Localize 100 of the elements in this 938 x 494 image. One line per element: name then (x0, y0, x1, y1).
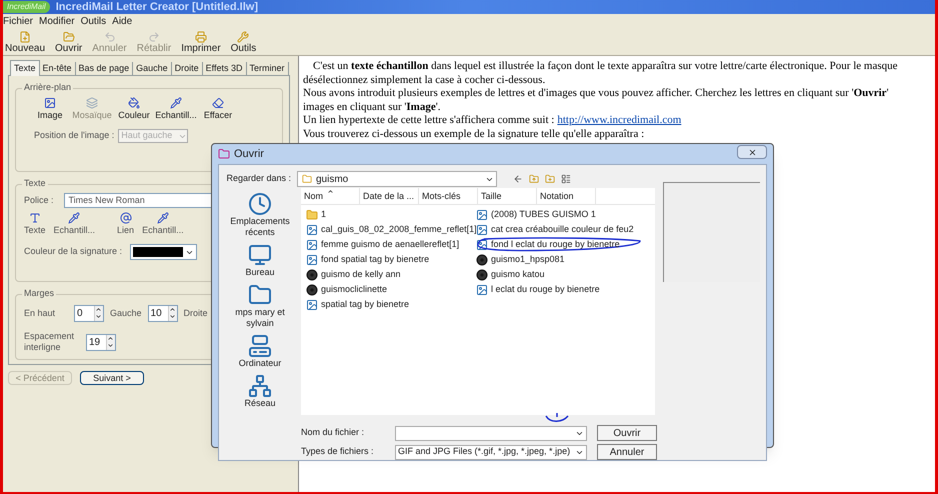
folder-icon (248, 283, 272, 307)
column-header[interactable]: Taille (478, 188, 537, 204)
picture-icon (44, 97, 56, 109)
app-icon (218, 148, 230, 160)
disc-icon (476, 268, 488, 280)
app-logo: IncrediMail (3, 1, 50, 13)
menu-item[interactable]: Modifier (39, 14, 75, 28)
toolbar-button[interactable]: Outils (230, 31, 256, 54)
toolbar-button[interactable]: Ouvrir (55, 31, 82, 54)
document-text: images en cliquant sur 'Image'. (303, 100, 440, 114)
undo-icon (104, 31, 116, 43)
open-button[interactable]: Ouvrir (597, 425, 657, 441)
nav-button[interactable]: Suivant > (80, 371, 144, 385)
close-button[interactable] (737, 145, 767, 159)
file-item[interactable]: guismo1_hpsp081 (476, 252, 646, 267)
pipette-icon (170, 97, 182, 109)
toolbar-button[interactable]: Nouveau (5, 31, 46, 54)
field-label: Gauche (110, 306, 142, 320)
field-label: En haut (24, 306, 56, 320)
redo-icon (148, 31, 160, 43)
close-icon (748, 148, 756, 156)
color-dropdown[interactable] (130, 244, 198, 260)
file-item[interactable]: fond l eclat du rouge by bienetre (476, 237, 646, 252)
menu-item[interactable]: Aide (112, 14, 132, 28)
group-title: Marges (22, 287, 56, 300)
picture-icon (476, 224, 488, 236)
tool-button[interactable]: Echantill... (142, 212, 184, 236)
place-item[interactable]: Ordinateur (225, 334, 295, 369)
letter-icon (28, 212, 41, 224)
picture-icon (476, 284, 488, 296)
printer-icon (194, 31, 207, 43)
at-sign-icon (120, 212, 132, 224)
column-header[interactable]: Notation (537, 188, 596, 204)
filename-field[interactable] (395, 426, 587, 440)
file-item[interactable]: cat crea créabouille couleur de feu2 (476, 222, 646, 237)
tools-icon (237, 31, 250, 43)
tool-button[interactable]: Effacer (198, 97, 238, 121)
column-header[interactable]: Mots-clés (419, 188, 478, 204)
tab[interactable]: Texte (10, 60, 40, 76)
picture-icon (476, 238, 488, 250)
file-item[interactable]: 1 (306, 207, 476, 222)
file-item[interactable]: l eclat du rouge by bienetre (476, 282, 646, 297)
window-title: IncrediMail Letter Creator [Untitled.Ilw] (56, 1, 258, 13)
place-item[interactable]: Emplacements récents (225, 192, 295, 238)
tool-button[interactable]: Lien (117, 212, 134, 236)
file-item[interactable]: femme guismo de aenaellereflet[1] (306, 237, 476, 252)
folder-dropdown[interactable]: guismo (297, 171, 497, 187)
pipette-icon (68, 212, 80, 224)
back-icon[interactable] (513, 174, 523, 184)
eraser-icon (212, 97, 224, 109)
place-item[interactable]: Bureau (225, 243, 295, 278)
cancel-button[interactable]: Annuler (597, 444, 657, 460)
file-item[interactable]: guismo katou (476, 267, 646, 282)
monitor-icon (248, 243, 272, 267)
layers-icon (86, 97, 98, 109)
menu-item[interactable]: Outils (80, 14, 106, 28)
menu-item[interactable]: Fichier (3, 14, 34, 28)
file-item[interactable]: (2008) TUBES GUISMO 1 (476, 207, 646, 222)
document-text: Nous avons introduit plusieurs exemples de lettres et d'images que vous pouvez afficher. Cherchez les lettres en cliquant sur 'Ouvrir' (303, 87, 889, 100)
picture-icon (306, 224, 318, 236)
folder-icon (62, 31, 75, 43)
spin-field[interactable]: 19 (86, 334, 116, 350)
tool-button[interactable]: Image (30, 97, 70, 121)
pipette-icon (156, 212, 169, 224)
field-label: Position de l'image : (34, 129, 114, 142)
spin-field[interactable]: 10 (148, 305, 178, 322)
network-icon (248, 374, 272, 398)
disc-icon (306, 284, 318, 296)
tool-button[interactable]: Echantill... (156, 97, 196, 121)
file-item[interactable]: cal_guis_08_02_2008_femme_reflet[1] (306, 222, 476, 237)
file-item[interactable]: guismocliclinette (306, 282, 476, 297)
tool-button[interactable]: Echantill... (54, 212, 96, 236)
field-label: Police : (24, 194, 54, 207)
filetype-dropdown[interactable]: GIF and JPG Files (*.gif, *.jpg, *.jpeg, *.jpe) (395, 444, 587, 460)
view-menu-icon[interactable] (561, 174, 571, 184)
tool-button[interactable]: Couleur (114, 97, 154, 121)
field-label: Types de fichiers : (301, 445, 375, 458)
folder-icon (306, 208, 318, 220)
picture-icon (306, 238, 318, 250)
field-label: Nom du fichier : (301, 426, 366, 440)
field-label: Regarder dans : (225, 172, 291, 186)
column-header[interactable]: Date de la ... (360, 188, 419, 204)
spin-field[interactable]: 0 (74, 305, 104, 322)
place-item[interactable]: Réseau (225, 374, 295, 409)
picture-icon (306, 254, 318, 266)
file-item[interactable]: fond spatial tag by bienetre (306, 252, 476, 267)
field-label: Espacement interligne (24, 330, 76, 354)
column-header[interactable]: Nom (301, 188, 360, 204)
clock-icon (248, 192, 272, 216)
group-title: Arrière-plan (22, 81, 74, 94)
hyperlink[interactable]: http://www.incredimail.com (557, 114, 682, 128)
tool-button[interactable]: Texte (24, 212, 46, 236)
document-text: Vous trouverez ci-dessous un exemple de la signature telle qu'elle apparaîtra : (303, 128, 644, 141)
place-item[interactable]: mps mary et sylvain (225, 283, 295, 329)
file-item[interactable]: guismo de kelly ann (306, 267, 476, 282)
field-label: Couleur de la signature : (24, 245, 122, 258)
disc-icon (306, 268, 318, 280)
toolbar-button[interactable]: Imprimer (181, 31, 221, 54)
file-item[interactable]: spatial tag by bienetre (306, 297, 476, 312)
folder-icon (302, 174, 312, 184)
